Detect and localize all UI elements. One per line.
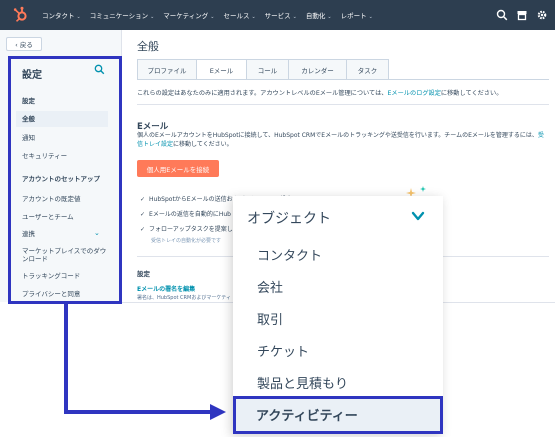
tab-profile[interactable]: プロファイル <box>137 59 197 80</box>
dropdown-item-contacts[interactable]: コンタクト <box>257 245 322 264</box>
tab-tasks[interactable]: タスク <box>347 59 389 80</box>
email-log-settings-link[interactable]: Eメールのログ設定 <box>387 90 440 97</box>
nav-item-conversations[interactable]: コミュニケーション ⌄ <box>90 10 155 20</box>
checklist-subnote: 受信トレイの自動化が必要です <box>151 238 222 244</box>
email-section-description: 個人のEメールアカウントをHubSpotに接続して、HubSpot CRMでEメ… <box>137 131 547 149</box>
nav-item-label: レポート <box>340 12 367 20</box>
nav-item-label: コミュニケーション <box>89 12 149 20</box>
nav-item-reports[interactable]: レポート ⌄ <box>341 10 373 20</box>
dropdown-item-deals[interactable]: 取引 <box>257 309 283 328</box>
section-divider <box>137 104 549 105</box>
chevron-down-icon: ⌄ <box>327 14 332 20</box>
checkmark-icon: ✓ <box>140 226 146 233</box>
checkmark-icon: ✓ <box>140 196 146 203</box>
top-navigation-bar: コンタクト ⌄ コミュニケーション ⌄ マーケティング ⌄ セールス ⌄ サービス ⌄ 自… <box>0 0 555 30</box>
chevron-down-icon: ⌄ <box>251 14 256 20</box>
annotation-arrowhead <box>210 404 226 420</box>
search-icon[interactable] <box>496 9 508 21</box>
signature-description: 署名は、HubSpot CRMおよびマーケティ <box>137 295 231 301</box>
email-desc-suffix: に移動してください。 <box>173 141 233 148</box>
top-nav-menu: コンタクト ⌄ コミュニケーション ⌄ マーケティング ⌄ セールス ⌄ サービス ⌄ 自… <box>42 0 382 30</box>
nav-item-contacts[interactable]: コンタクト ⌄ <box>42 10 81 20</box>
tab-divider <box>137 79 549 80</box>
checkmark-icon: ✓ <box>140 211 146 218</box>
back-button[interactable]: ‹ 戻る <box>6 37 42 51</box>
nav-item-sales[interactable]: セールス ⌄ <box>223 10 255 20</box>
chevron-down-icon[interactable] <box>411 210 425 222</box>
sidebar-highlight-box <box>8 56 122 304</box>
checklist-item: ✓ Eメールの返信を自動的にHub <box>140 209 231 218</box>
chevron-down-icon: ⌄ <box>292 14 297 20</box>
tab-calendar[interactable]: カレンダー <box>289 59 347 80</box>
chevron-down-icon: ⌄ <box>150 14 155 20</box>
nav-item-label: マーケティング <box>163 12 209 20</box>
dropdown-item-companies[interactable]: 会社 <box>257 277 283 296</box>
connect-personal-email-button[interactable]: 個人用Eメールを接続 <box>137 160 219 177</box>
nav-item-label: セールス <box>223 12 250 20</box>
dropdown-item-tickets[interactable]: チケット <box>257 341 309 360</box>
chevron-down-icon: ⌄ <box>76 14 81 20</box>
chevron-down-icon: ⌄ <box>210 14 215 20</box>
nav-item-automation[interactable]: 自動化 ⌄ <box>306 10 332 20</box>
email-desc-text: 個人のEメールアカウントをHubSpotに接続して、HubSpot CRMでEメ… <box>137 132 538 139</box>
settings-subheading: 設定 <box>137 270 150 278</box>
dropdown-heading-objects[interactable]: オブジェクト <box>247 208 331 228</box>
hubspot-logo-icon[interactable] <box>12 6 30 24</box>
checklist-item-label: Eメールの返信を自動的にHub <box>149 211 231 218</box>
annotation-arrow-vertical <box>64 303 68 414</box>
settings-icon[interactable] <box>536 9 548 21</box>
checklist-item: ✓ フォローアップタスクを提案し <box>140 224 233 233</box>
checklist-item-label: フォローアップタスクを提案し <box>149 226 233 233</box>
dropdown-item-products-quotes[interactable]: 製品と見積もり <box>257 373 348 392</box>
page-title: 全般 <box>137 40 159 53</box>
edit-email-signature-link[interactable]: Eメールの署名を編集 <box>137 284 195 293</box>
note-text-suffix: に移動してください。 <box>440 90 503 97</box>
dropdown-item-activities[interactable]: アクティビティー <box>256 405 358 424</box>
nav-item-service[interactable]: サービス ⌄ <box>265 10 297 20</box>
nav-item-label: コンタクト <box>42 12 75 20</box>
chevron-down-icon: ⌄ <box>368 14 373 20</box>
annotation-arrow-horizontal <box>64 410 214 414</box>
settings-note: これらの設定はあなたのみに適用されます。アカウントレベルのEメール管理については… <box>137 88 502 97</box>
settings-tabs: プロファイル Eメール コール カレンダー タスク <box>137 59 389 80</box>
marketplace-icon[interactable] <box>516 9 528 21</box>
nav-item-marketing[interactable]: マーケティング ⌄ <box>163 10 214 20</box>
nav-item-label: サービス <box>264 12 291 20</box>
tab-email[interactable]: Eメール <box>197 59 247 80</box>
nav-item-label: 自動化 <box>305 12 326 20</box>
note-text: これらの設定はあなたのみに適用されます。アカウントレベルのEメール管理については… <box>137 90 388 97</box>
tab-calls[interactable]: コール <box>247 59 289 80</box>
